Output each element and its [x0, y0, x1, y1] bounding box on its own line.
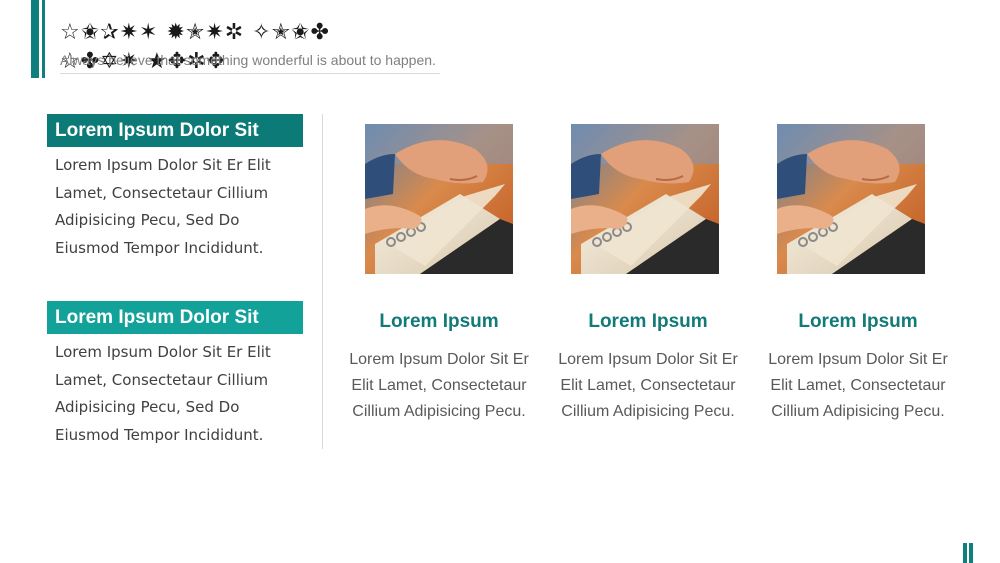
card-image-1: [365, 124, 513, 274]
vertical-divider: [322, 114, 323, 449]
accent-bar-left-thick: [31, 0, 39, 78]
card-text-1: Lorem Ipsum Dolor Sit Er Elit Lamet, Con…: [349, 351, 529, 420]
accent-bar-corner-a: [963, 543, 967, 563]
accent-bar-corner-b: [969, 543, 973, 563]
subtitle-divider: [60, 73, 440, 74]
accent-bar-left-thin: [42, 0, 45, 78]
section-heading-2: Lorem Ipsum Dolor Sit: [47, 301, 303, 334]
card-title-3: Lorem Ipsum: [798, 311, 918, 332]
card-image-3: [777, 124, 925, 274]
card-title-2: Lorem Ipsum: [588, 311, 708, 332]
card-text-3: Lorem Ipsum Dolor Sit Er Elit Lamet, Con…: [768, 351, 948, 420]
card-title-1: Lorem Ipsum: [379, 311, 499, 332]
card-image-2: [571, 124, 719, 274]
page-subtitle: Always believe that something wonderful …: [60, 52, 436, 68]
section-body-1: Lorem Ipsum Dolor Sit Er Elit Lamet, Con…: [55, 156, 271, 257]
card-text-2: Lorem Ipsum Dolor Sit Er Elit Lamet, Con…: [558, 351, 738, 420]
section-heading-1: Lorem Ipsum Dolor Sit: [47, 114, 303, 147]
section-body-2: Lorem Ipsum Dolor Sit Er Elit Lamet, Con…: [55, 343, 271, 444]
